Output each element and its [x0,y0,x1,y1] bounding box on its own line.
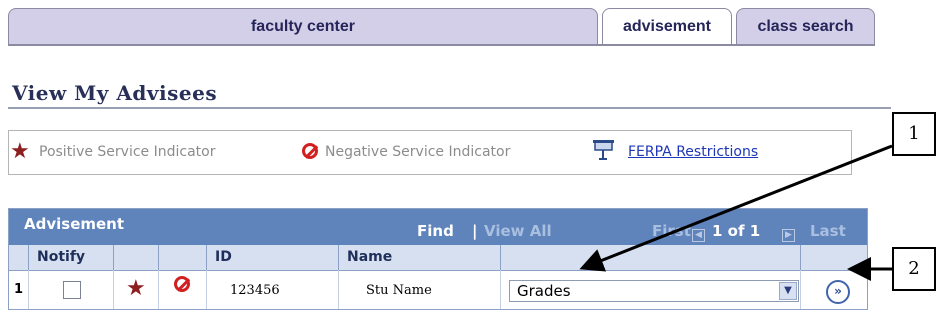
callout-1: 1 [892,112,936,156]
annotation-arrows [579,144,893,281]
callout-2: 2 [892,247,936,291]
callout-1-arrow [579,144,893,272]
